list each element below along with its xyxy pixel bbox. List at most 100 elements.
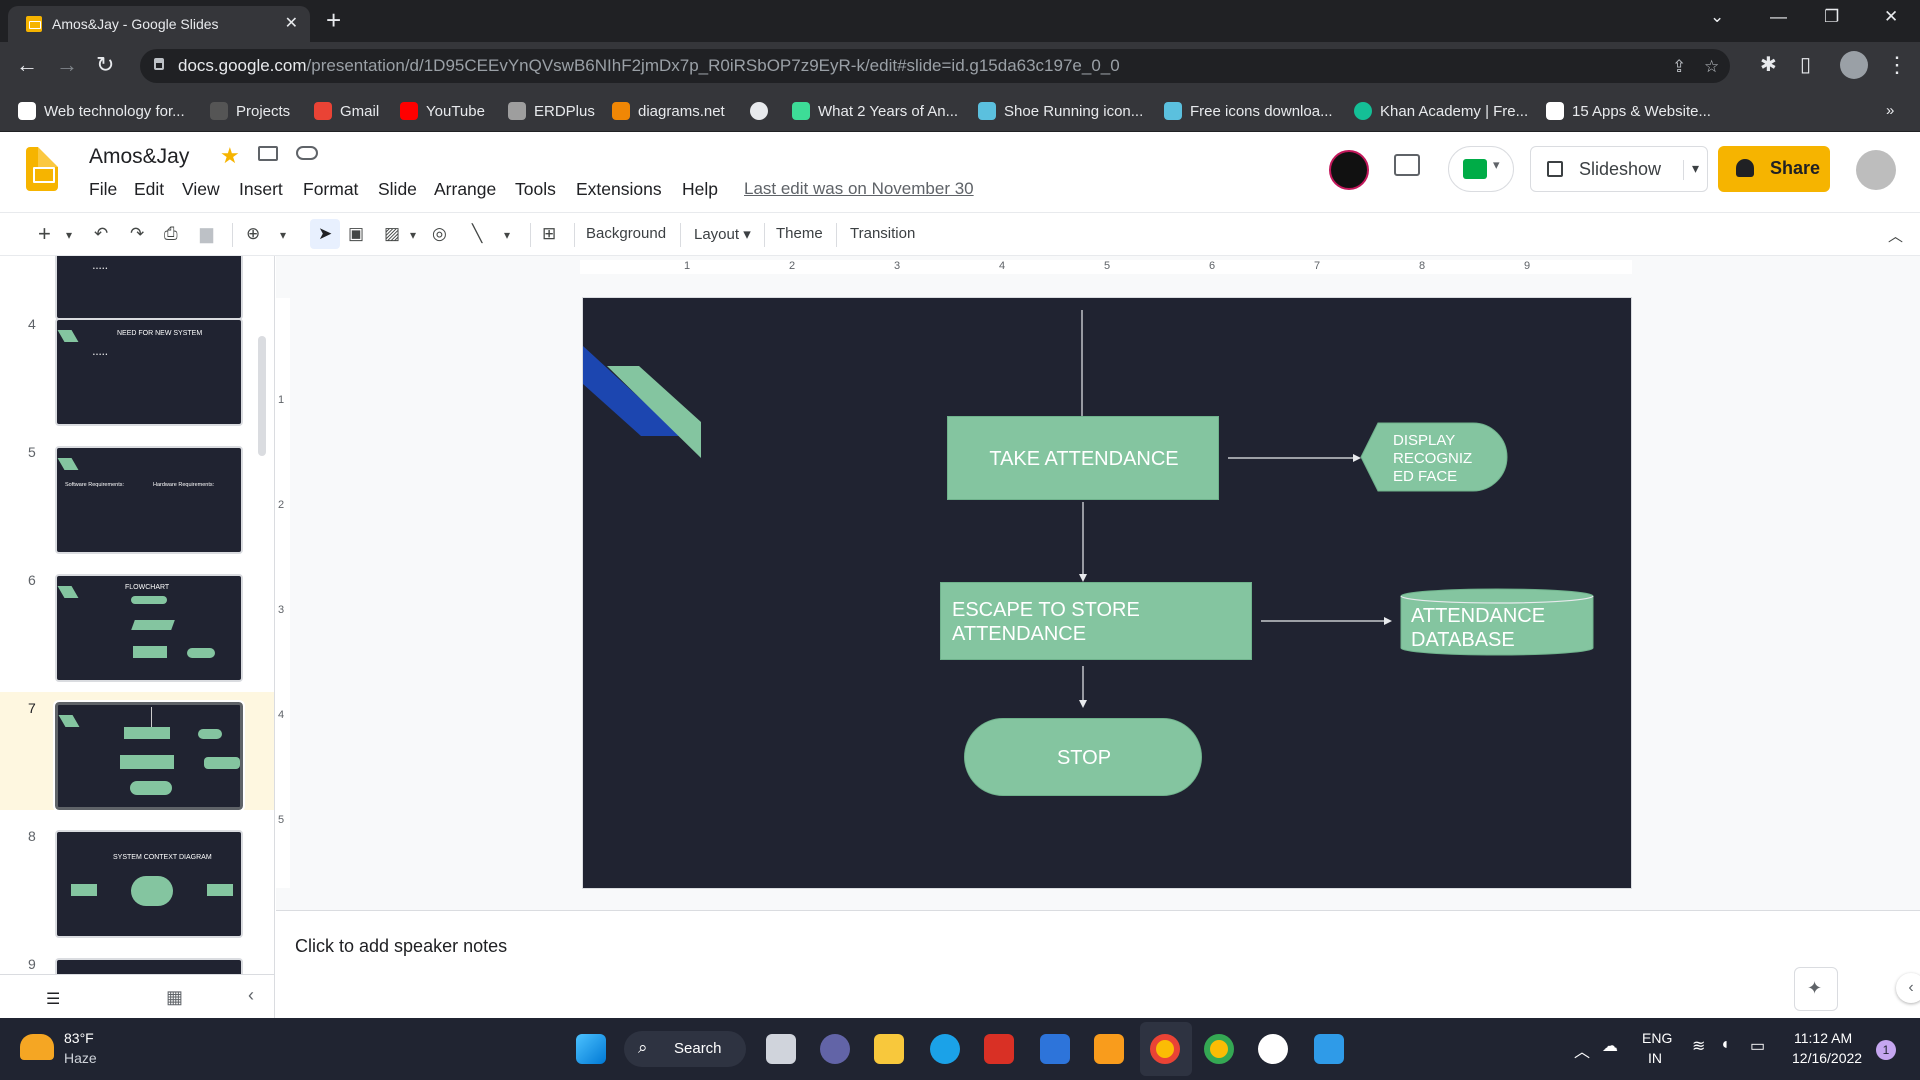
redo-icon[interactable]: ↷ bbox=[130, 224, 144, 244]
weather-icon[interactable] bbox=[20, 1034, 54, 1060]
chevron-down-icon[interactable]: ▾ bbox=[410, 228, 416, 242]
volume-icon[interactable]: ◖ bbox=[1720, 1036, 1730, 1054]
side-panel-icon[interactable]: ▯ bbox=[1800, 52, 1811, 78]
bookmark-item[interactable]: 15 Apps & Website... bbox=[1546, 102, 1711, 120]
menu-edit[interactable]: Edit bbox=[134, 179, 164, 200]
chrome-profile-icon[interactable] bbox=[1204, 1034, 1234, 1064]
chrome-menu-icon[interactable]: ⋮ bbox=[1886, 52, 1908, 78]
bookmark-item[interactable]: YouTube bbox=[400, 102, 485, 120]
undo-icon[interactable]: ↶ bbox=[94, 224, 108, 244]
more-bookmarks-icon[interactable]: » bbox=[1886, 102, 1894, 119]
extensions-icon[interactable]: ✱ bbox=[1760, 52, 1777, 78]
grid-view-icon[interactable]: ▦ bbox=[166, 987, 183, 1008]
file-explorer-icon[interactable] bbox=[874, 1034, 904, 1064]
clock-date[interactable]: 12/16/2022 bbox=[1792, 1050, 1862, 1066]
bookmark-item[interactable]: Khan Academy | Fre... bbox=[1354, 102, 1528, 120]
explore-button[interactable]: ✦ bbox=[1794, 967, 1838, 1011]
side-panel-toggle-icon[interactable]: ‹ bbox=[1896, 973, 1920, 1003]
meet-button[interactable]: ▾ bbox=[1448, 146, 1514, 192]
collapse-filmstrip-icon[interactable]: ‹ bbox=[248, 985, 254, 1006]
share-page-icon[interactable]: ⇪ bbox=[1672, 57, 1686, 77]
notepad-icon[interactable] bbox=[1040, 1034, 1070, 1064]
slide-thumbnail-4[interactable]: NEED FOR NEW SYSTEM • • • • • bbox=[55, 318, 243, 426]
list-view-icon[interactable]: ☰ bbox=[46, 989, 60, 1009]
wifi-icon[interactable]: ≋ bbox=[1692, 1036, 1705, 1056]
restore-icon[interactable]: ❐ bbox=[1824, 7, 1839, 27]
photos-icon[interactable] bbox=[1314, 1034, 1344, 1064]
minimize-icon[interactable]: — bbox=[1770, 7, 1787, 27]
slide-thumbnail-3[interactable]: • • • • • bbox=[55, 256, 243, 320]
chat-icon[interactable] bbox=[820, 1034, 850, 1064]
text-box-icon[interactable]: ▣ bbox=[348, 224, 364, 244]
menu-arrange[interactable]: Arrange bbox=[434, 179, 496, 200]
filmstrip-scrollbar[interactable] bbox=[258, 336, 266, 456]
reload-icon[interactable]: ↻ bbox=[96, 52, 114, 78]
menu-help[interactable]: Help bbox=[682, 179, 718, 200]
battery-icon[interactable]: ▭ bbox=[1750, 1036, 1765, 1056]
slides-logo-icon[interactable] bbox=[26, 147, 58, 191]
print-icon[interactable]: ⎙ bbox=[164, 224, 178, 244]
image-icon[interactable]: ▨ bbox=[384, 224, 400, 244]
address-bar[interactable]: docs.google.com/presentation/d/1D95CEEvY… bbox=[140, 49, 1730, 83]
stop-terminator[interactable]: STOP bbox=[964, 718, 1202, 796]
speaker-notes[interactable]: Click to add speaker notes ✦ ‹ bbox=[276, 910, 1920, 1018]
bookmark-item[interactable]: diagrams.net bbox=[612, 102, 725, 120]
add-comment-icon[interactable]: ⊞ bbox=[542, 224, 556, 244]
background-button[interactable]: Background bbox=[586, 225, 666, 242]
transition-button[interactable]: Transition bbox=[850, 225, 915, 242]
menu-insert[interactable]: Insert bbox=[239, 179, 283, 200]
bookmark-item[interactable]: Shoe Running icon... bbox=[978, 102, 1143, 120]
menu-view[interactable]: View bbox=[182, 179, 220, 200]
wps-icon[interactable] bbox=[984, 1034, 1014, 1064]
move-folder-icon[interactable] bbox=[258, 146, 278, 161]
close-window-icon[interactable]: ✕ bbox=[1884, 7, 1898, 27]
account-avatar[interactable] bbox=[1856, 150, 1896, 190]
slide-thumbnail-7-selected[interactable] bbox=[53, 700, 245, 812]
bookmark-item[interactable]: What 2 Years of An... bbox=[792, 102, 958, 120]
vertical-ruler[interactable]: 1 2 3 4 5 bbox=[276, 298, 290, 888]
language-line-2[interactable]: IN bbox=[1648, 1050, 1662, 1066]
bookmark-item[interactable]: Projects bbox=[210, 102, 290, 120]
menu-extensions[interactable]: Extensions bbox=[576, 179, 662, 200]
task-view-icon[interactable] bbox=[766, 1034, 796, 1064]
paint-format-icon[interactable]: ▆ bbox=[200, 224, 213, 244]
bookmark-item[interactable]: Gmail bbox=[314, 102, 379, 120]
last-edit-link[interactable]: Last edit was on November 30 bbox=[744, 179, 974, 199]
bookmark-item[interactable]: Web technology for... bbox=[18, 102, 185, 120]
chevron-down-icon[interactable]: ▾ bbox=[280, 228, 286, 242]
sublime-icon[interactable] bbox=[1094, 1034, 1124, 1064]
onedrive-icon[interactable]: ☁ bbox=[1602, 1036, 1618, 1056]
zoom-icon[interactable]: ⊕ bbox=[246, 224, 260, 244]
bookmark-star-icon[interactable]: ☆ bbox=[1704, 57, 1719, 77]
language-line-1[interactable]: ENG bbox=[1642, 1030, 1672, 1046]
comments-icon[interactable] bbox=[1394, 154, 1420, 176]
app-icon[interactable] bbox=[1258, 1034, 1288, 1064]
globe-icon[interactable] bbox=[750, 102, 776, 120]
menu-format[interactable]: Format bbox=[303, 179, 358, 200]
profile-avatar[interactable] bbox=[1840, 51, 1868, 79]
take-attendance-box[interactable]: TAKE ATTENDANCE bbox=[947, 416, 1219, 500]
chevron-up-icon[interactable]: ︿ bbox=[1574, 1038, 1590, 1062]
close-tab-icon[interactable]: ✕ bbox=[285, 13, 298, 33]
shape-icon[interactable]: ◎ bbox=[432, 224, 447, 244]
slide-thumbnail-8[interactable]: SYSTEM CONTEXT DIAGRAM bbox=[55, 830, 243, 938]
menu-file[interactable]: File bbox=[89, 179, 117, 200]
browser-tab[interactable]: Amos&Jay - Google Slides ✕ bbox=[8, 6, 310, 42]
cloud-saved-icon[interactable] bbox=[296, 146, 318, 160]
forward-icon[interactable]: → bbox=[56, 52, 78, 78]
new-tab-icon[interactable]: + bbox=[326, 6, 341, 34]
slide-thumbnail-5[interactable]: Software Requirements: Hardware Requirem… bbox=[55, 446, 243, 554]
slideshow-button[interactable]: Slideshow ▾ bbox=[1530, 146, 1708, 192]
chevron-down-icon[interactable]: ▾ bbox=[1683, 160, 1699, 180]
notification-badge[interactable]: 1 bbox=[1876, 1040, 1896, 1060]
bookmark-item[interactable]: Free icons downloa... bbox=[1164, 102, 1333, 120]
chevron-down-icon[interactable]: ▾ bbox=[66, 228, 72, 242]
clock-time[interactable]: 11:12 AM bbox=[1794, 1030, 1852, 1046]
new-slide-icon[interactable]: + bbox=[38, 221, 51, 247]
slide-thumbnail-6[interactable]: FLOWCHART bbox=[55, 574, 243, 682]
taskbar-search[interactable]: ⌕ Search bbox=[624, 1031, 746, 1067]
chevron-down-icon[interactable]: ▾ bbox=[504, 228, 510, 242]
select-tool[interactable]: ➤ bbox=[310, 219, 340, 249]
collaborator-avatar[interactable] bbox=[1329, 150, 1369, 190]
theme-button[interactable]: Theme bbox=[776, 225, 823, 242]
